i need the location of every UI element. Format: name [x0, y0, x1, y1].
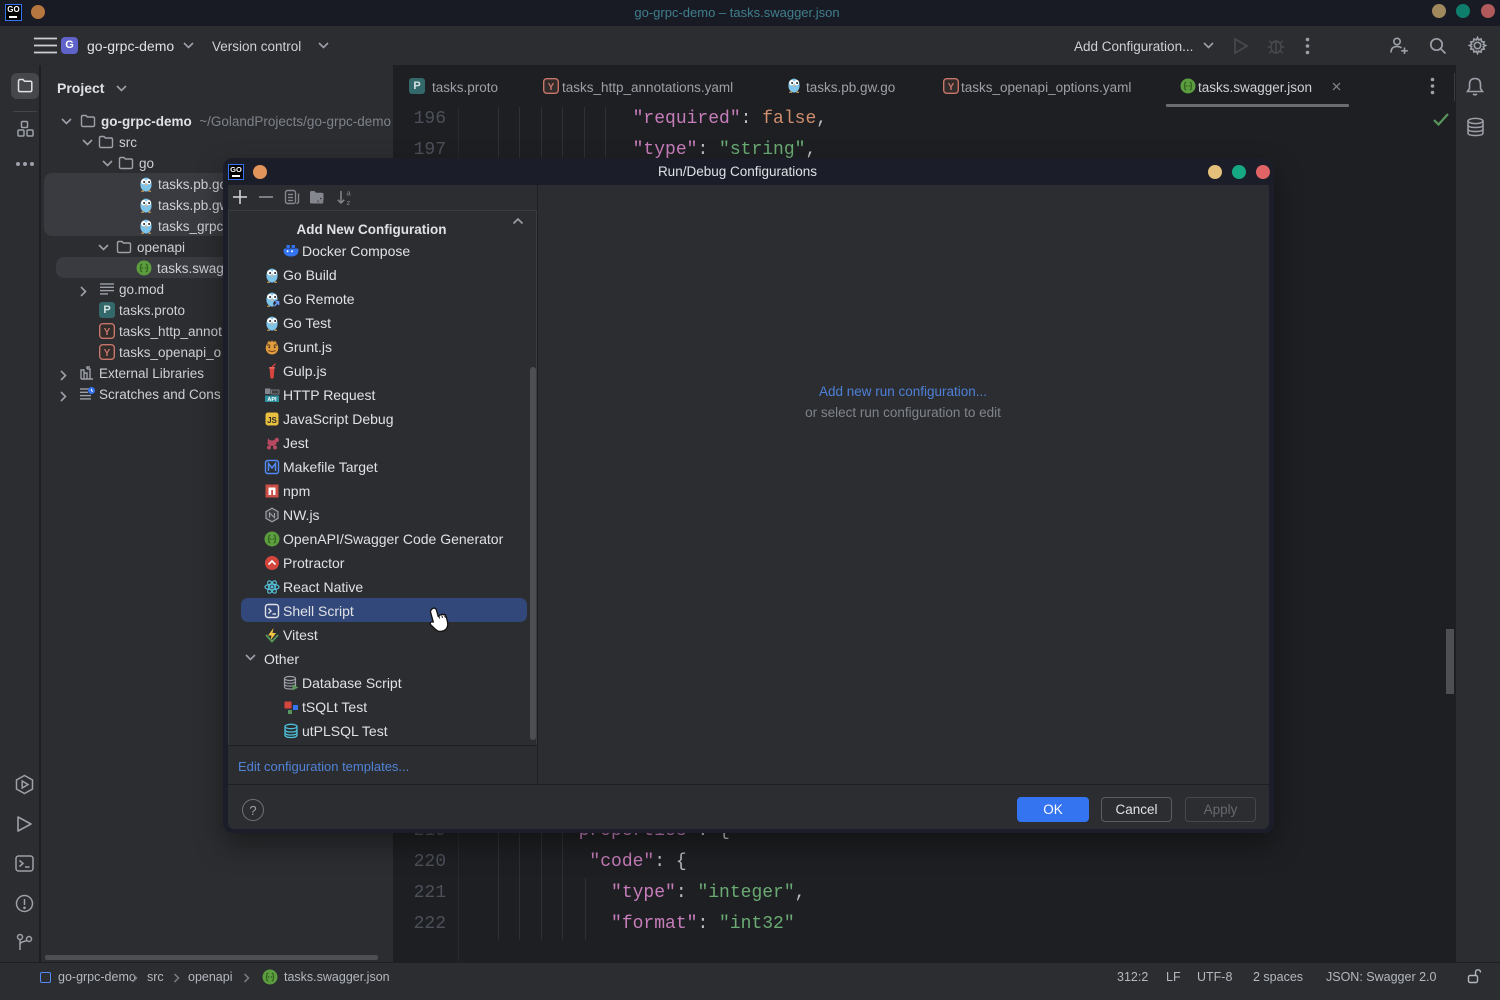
svg-text:a: a	[347, 189, 352, 198]
svg-text:z: z	[347, 198, 351, 206]
